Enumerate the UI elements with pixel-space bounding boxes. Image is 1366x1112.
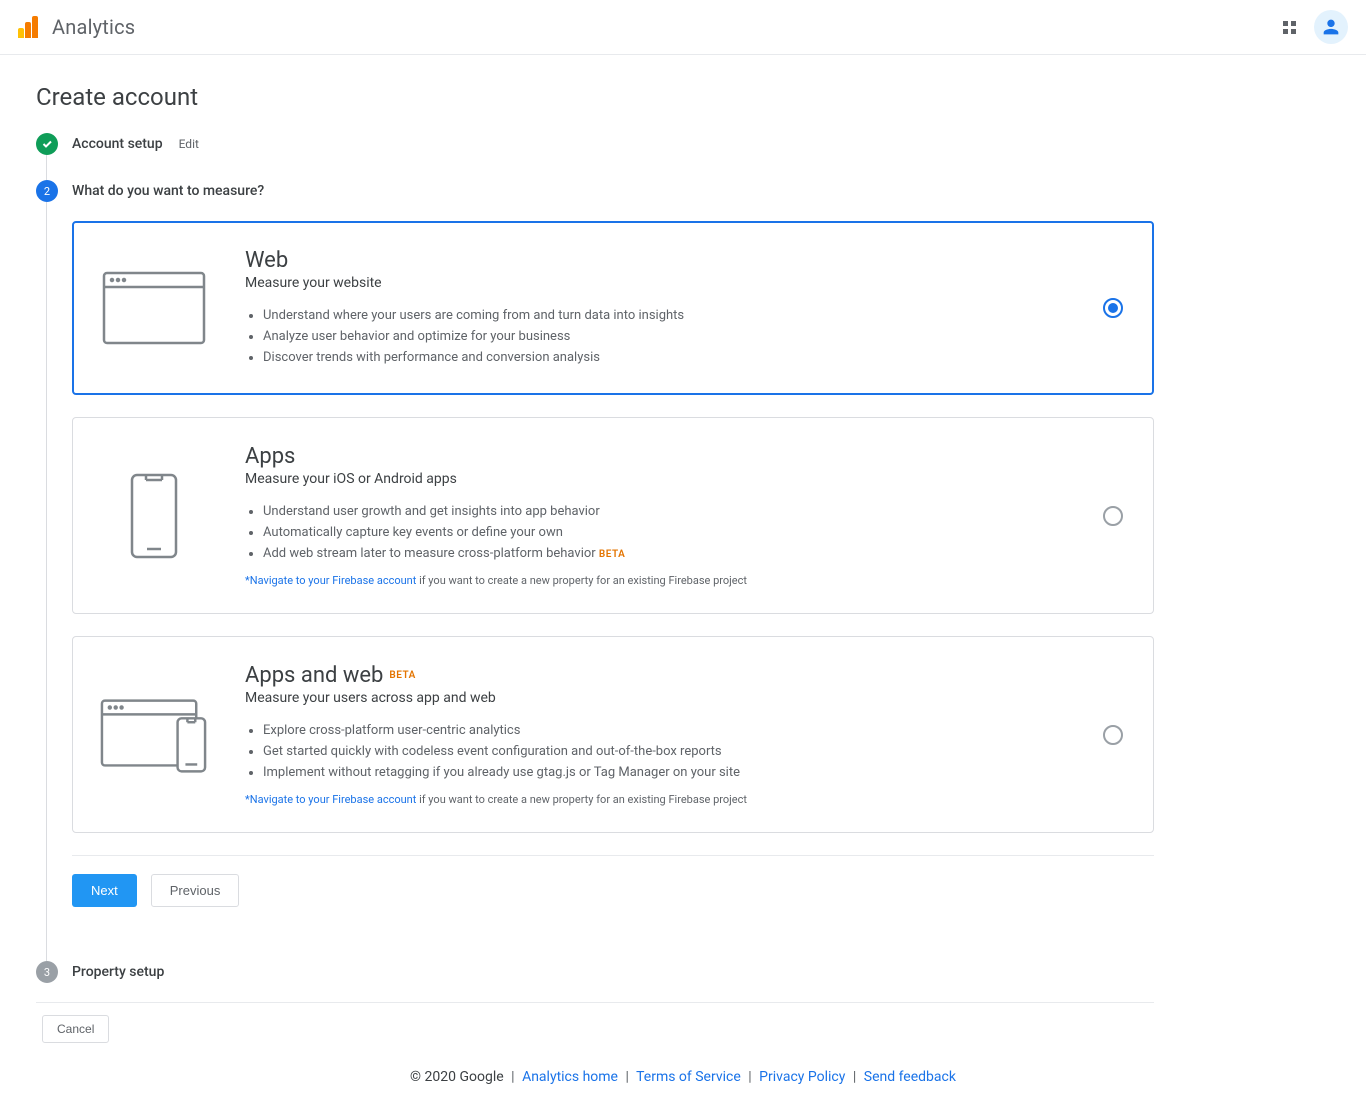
divider — [72, 855, 1154, 856]
web-icon — [99, 270, 209, 346]
app-name: Analytics — [52, 15, 135, 39]
checkmark-icon — [36, 133, 58, 155]
step2-title: What do you want to measure? — [72, 183, 264, 199]
step3-number-icon: 3 — [36, 961, 58, 983]
footer-link-tos[interactable]: Terms of Service — [636, 1069, 741, 1085]
beta-badge: BETA — [389, 670, 415, 681]
option-apps[interactable]: Apps Measure your iOS or Android apps Un… — [72, 417, 1154, 614]
footer-link-feedback[interactable]: Send feedback — [864, 1069, 956, 1085]
step2-body: Web Measure your website Understand wher… — [72, 209, 1154, 961]
stepper: Account setup Edit 2 What do you want to… — [36, 133, 1154, 1002]
footer-link-privacy[interactable]: Privacy Policy — [759, 1069, 845, 1085]
option-appsweb-title: Apps and webBETA — [245, 663, 1067, 688]
beta-badge: BETA — [599, 549, 625, 560]
step3-title: Property setup — [72, 964, 164, 980]
list-item: Implement without retagging if you alrea… — [263, 762, 1067, 783]
header-left: Analytics — [18, 15, 135, 39]
apps-and-web-icon — [99, 694, 209, 776]
list-item: Add web stream later to measure cross-pl… — [263, 543, 1067, 564]
option-apps-and-web[interactable]: Apps and webBETA Measure your users acro… — [72, 636, 1154, 833]
step1-title: Account setup — [72, 136, 163, 152]
next-button[interactable]: Next — [72, 874, 137, 907]
radio-appsweb[interactable] — [1103, 725, 1123, 745]
copyright: © 2020 Google — [410, 1069, 504, 1085]
option-apps-bullets: Understand user growth and get insights … — [245, 501, 1067, 564]
person-icon — [1320, 16, 1342, 38]
page-title: Create account — [36, 83, 1154, 111]
step-account-setup: Account setup Edit — [36, 133, 1154, 180]
option-web-bullets: Understand where your users are coming f… — [245, 305, 1067, 368]
phone-icon — [99, 472, 209, 560]
option-web[interactable]: Web Measure your website Understand wher… — [72, 221, 1154, 395]
footer: © 2020 Google | Analytics home | Terms o… — [0, 1061, 1366, 1101]
step-measure: 2 What do you want to measure? Web Measu… — [36, 180, 1154, 961]
list-item: Discover trends with performance and con… — [263, 347, 1067, 368]
list-item: Analyze user behavior and optimize for y… — [263, 326, 1067, 347]
firebase-link[interactable]: *Navigate to your Firebase account — [245, 574, 416, 587]
option-web-title: Web — [245, 248, 1067, 273]
account-avatar[interactable] — [1314, 10, 1348, 44]
radio-apps[interactable] — [1103, 506, 1123, 526]
option-web-subtitle: Measure your website — [245, 275, 1067, 291]
option-appsweb-subtitle: Measure your users across app and web — [245, 690, 1067, 706]
footer-link-home[interactable]: Analytics home — [522, 1069, 618, 1085]
list-item: Automatically capture key events or defi… — [263, 522, 1067, 543]
option-appsweb-note: *Navigate to your Firebase account if yo… — [245, 793, 1067, 806]
step2-number-icon: 2 — [36, 180, 58, 202]
apps-grid-icon[interactable] — [1283, 21, 1296, 34]
option-apps-title: Apps — [245, 444, 1067, 469]
step-property-setup: 3 Property setup — [36, 961, 1154, 1002]
firebase-link[interactable]: *Navigate to your Firebase account — [245, 793, 416, 806]
option-apps-note: *Navigate to your Firebase account if yo… — [245, 574, 1067, 587]
list-item: Get started quickly with codeless event … — [263, 741, 1067, 762]
option-appsweb-bullets: Explore cross-platform user-centric anal… — [245, 720, 1067, 783]
analytics-logo-icon — [18, 16, 38, 38]
main-content: Create account Account setup Edit 2 What… — [0, 55, 1190, 1061]
edit-link[interactable]: Edit — [179, 137, 199, 151]
header-right — [1283, 10, 1348, 44]
list-item: Understand user growth and get insights … — [263, 501, 1067, 522]
list-item: Understand where your users are coming f… — [263, 305, 1067, 326]
app-header: Analytics — [0, 0, 1366, 55]
previous-button[interactable]: Previous — [151, 874, 240, 907]
cancel-button[interactable]: Cancel — [42, 1015, 109, 1043]
option-apps-subtitle: Measure your iOS or Android apps — [245, 471, 1067, 487]
list-item: Explore cross-platform user-centric anal… — [263, 720, 1067, 741]
radio-web[interactable] — [1103, 298, 1123, 318]
button-row: Next Previous — [72, 874, 1154, 907]
